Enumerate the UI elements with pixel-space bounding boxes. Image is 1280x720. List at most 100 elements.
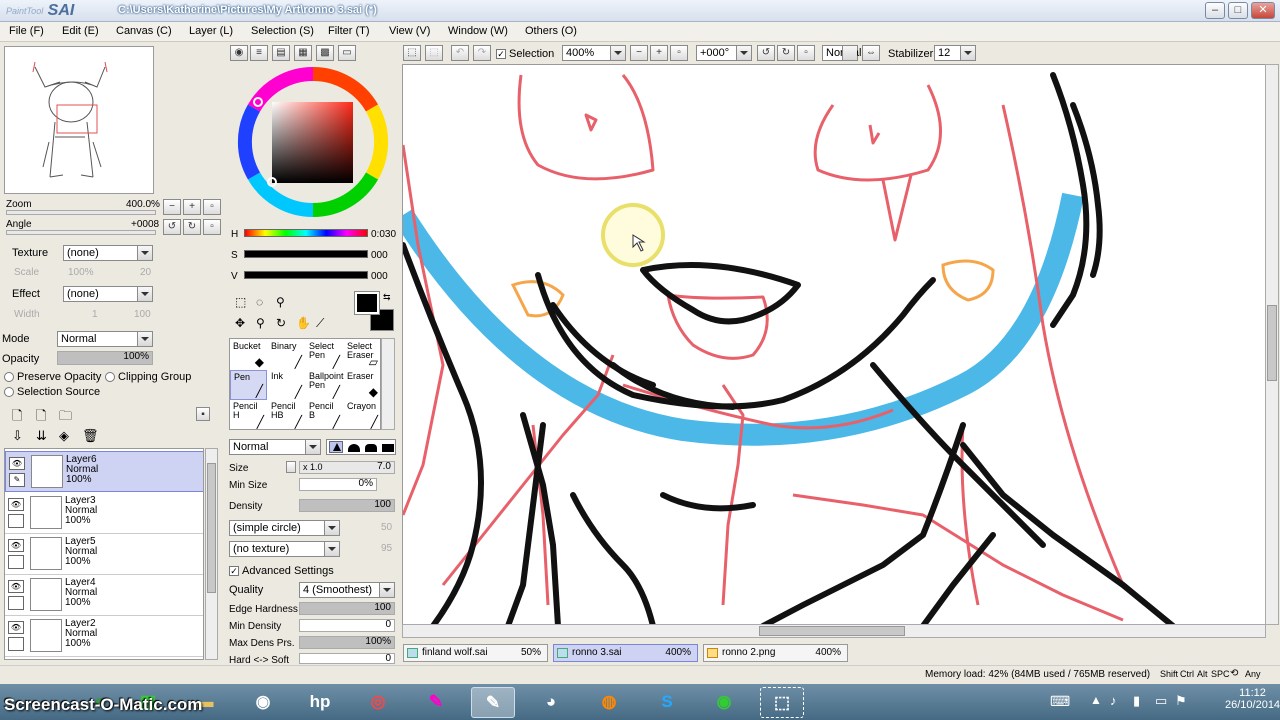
zoom-icon[interactable]: ⚲ [256, 316, 265, 330]
canvas-horizontal-scrollbar[interactable] [402, 624, 1266, 638]
pen-slot-icon[interactable] [8, 514, 24, 528]
primary-color-swatch[interactable] [354, 291, 380, 315]
menu-canvas[interactable]: Canvas (C) [116, 25, 172, 37]
gimp-taskbar-icon[interactable]: ◕ [529, 687, 573, 718]
zoom-reset-toolbar-icon[interactable]: ▫ [670, 45, 688, 61]
magic-wand-icon[interactable]: ⚲ [276, 295, 285, 309]
rotate-cw-toolbar-icon[interactable]: ↻ [777, 45, 795, 61]
opacity-slider[interactable]: 100% [57, 351, 153, 365]
minimize-button[interactable]: – [1205, 2, 1225, 19]
effect-select[interactable]: (none) [63, 286, 153, 302]
min-size-slider[interactable]: 0% [299, 478, 377, 491]
new-linework-layer-icon[interactable]: 🗋 [36, 407, 46, 429]
deselect-icon[interactable]: ⬚ [425, 45, 443, 61]
snipping-tool-taskbar-icon[interactable]: ⬚ [760, 687, 804, 718]
delete-layer-icon[interactable]: 🗑 [82, 428, 99, 444]
transfer-down-icon[interactable]: ⇩ [12, 428, 23, 444]
advanced-settings-checkbox[interactable]: ✓ Advanced Settings [229, 565, 334, 577]
texture-select[interactable]: (none) [63, 245, 153, 261]
tool-palette-scrollbar[interactable] [381, 338, 395, 430]
layer-row-layer5[interactable]: 👁 Layer5 Normal 100% [5, 534, 203, 575]
merge-down-icon[interactable]: ⇊ [36, 428, 47, 444]
paint-tool-sai-taskbar-icon[interactable]: ✎ [471, 687, 515, 718]
layer-row-layer2[interactable]: 👁 Layer2 Normal 100% [5, 616, 203, 657]
hp-taskbar-icon[interactable]: hp [298, 687, 342, 718]
size-lock-icon[interactable] [286, 461, 296, 473]
layer-mode-select[interactable]: Normal [57, 331, 153, 347]
rotate-icon[interactable]: ↻ [276, 316, 286, 330]
stabilizer-select[interactable]: 12 [934, 45, 976, 61]
layer-row-layer4[interactable]: 👁 Layer4 Normal 100% [5, 575, 203, 616]
clock[interactable]: 11:12 26/10/2014 [1225, 687, 1280, 711]
rotate-left-icon[interactable]: ↺ [163, 219, 181, 235]
tool-pencil-h[interactable]: Pencil H ╱ [230, 400, 267, 430]
hard-soft-slider[interactable]: 0 [299, 653, 395, 664]
layer-row-layer6[interactable]: 👁 ✎ Layer6 Normal 100% [5, 451, 203, 492]
media-player-taskbar-icon[interactable]: ◉ [241, 687, 285, 718]
rotate-ccw-toolbar-icon[interactable]: ↺ [757, 45, 775, 61]
volume-icon[interactable]: ♪ [1110, 693, 1117, 708]
hand-icon[interactable]: ✋ [296, 316, 311, 330]
color-wheel[interactable] [232, 64, 394, 224]
skype-taskbar-icon[interactable]: S [645, 687, 689, 718]
tool-select-eraser[interactable]: Select Eraser ▱ [344, 340, 381, 370]
edge-hardness-slider[interactable]: 100 [299, 602, 395, 615]
hsv-slider-tab-icon[interactable]: ▤ [272, 45, 290, 61]
tab-finland-wolf[interactable]: finland wolf.sai 50% [403, 644, 548, 662]
tool-pencil-hb[interactable]: Pencil HB ╱ [268, 400, 305, 430]
eye-icon[interactable]: 👁 [9, 457, 25, 470]
zoom-out-icon[interactable]: − [163, 199, 181, 215]
paint-taskbar-icon[interactable]: ✎ [414, 687, 458, 718]
layer-panel-toggle-icon[interactable]: ▪ [196, 407, 210, 421]
quality-select[interactable]: 4 (Smoothest) [299, 582, 395, 598]
rotate-reset-toolbar-icon[interactable]: ▫ [797, 45, 815, 61]
pen-slot-icon[interactable] [8, 555, 24, 569]
spotify-taskbar-icon[interactable]: ◉ [702, 687, 746, 718]
tab-ronno-2[interactable]: ronno 2.png 400% [703, 644, 848, 662]
keyboard-icon[interactable]: ⌨ [1050, 693, 1070, 710]
brush-shape-selector[interactable] [326, 439, 396, 455]
menu-edit[interactable]: Edit (E) [62, 25, 99, 37]
rect-select-icon[interactable]: ⬚ [235, 295, 246, 309]
menu-view[interactable]: View (V) [389, 25, 430, 37]
rgb-slider-tab-icon[interactable]: ≡ [250, 45, 268, 61]
zoom-slider[interactable] [6, 210, 156, 215]
menu-file[interactable]: File (F) [9, 25, 44, 37]
zoom-reset-icon[interactable]: ▫ [203, 199, 221, 215]
menu-others[interactable]: Others (O) [525, 25, 577, 37]
saturation-slider[interactable] [244, 250, 368, 258]
density-slider[interactable]: 100 [299, 499, 395, 512]
pen-slot-icon[interactable] [8, 596, 24, 610]
zoom-in-icon[interactable]: + [183, 199, 201, 215]
battery-icon[interactable]: ▭ [1155, 693, 1167, 709]
move-icon[interactable]: ✥ [235, 316, 245, 330]
zoom-out-toolbar-icon[interactable]: − [630, 45, 648, 61]
size-slider[interactable]: x 1.0 7.0 [299, 461, 395, 474]
brush-mode-select[interactable]: Normal [229, 439, 321, 455]
color-wheel-tab-icon[interactable]: ◉ [230, 45, 248, 61]
pen-slot-icon[interactable] [8, 637, 24, 651]
angle-slider[interactable] [6, 230, 156, 235]
view-mode-select[interactable]: Normal [822, 45, 861, 61]
close-button[interactable]: ✕ [1251, 2, 1275, 19]
clipping-group-checkbox[interactable]: Clipping Group [105, 371, 191, 383]
tab-ronno-3[interactable]: ronno 3.sai 400% [553, 644, 698, 662]
tool-pen[interactable]: Pen ╱ [230, 370, 267, 400]
pen-icon[interactable]: ✎ [9, 473, 25, 487]
drawing-canvas[interactable] [402, 64, 1266, 625]
swap-colors-icon[interactable]: ⇆ [383, 292, 391, 303]
tool-eraser[interactable]: Eraser ◆ [344, 370, 381, 400]
eye-icon[interactable]: 👁 [8, 580, 24, 593]
navigator-preview[interactable] [4, 46, 154, 194]
rotate-reset-icon[interactable]: ▫ [203, 219, 221, 235]
tool-ink[interactable]: Ink ╱ [268, 370, 305, 400]
show-hidden-icons-icon[interactable]: ▲ [1090, 693, 1102, 707]
zoom-select[interactable]: 400% [562, 45, 626, 61]
lasso-icon[interactable]: ◌ [256, 295, 263, 309]
tool-ballpoint-pen[interactable]: Ballpoint Pen ╱ [306, 370, 344, 400]
tool-crayon[interactable]: Crayon ╱ [344, 400, 381, 430]
brush-shape-select[interactable]: (simple circle) [229, 520, 340, 536]
selection-source-checkbox[interactable]: Selection Source [4, 386, 100, 398]
layer-list-scrollbar[interactable] [205, 448, 218, 660]
tool-bucket[interactable]: Bucket ◆ [230, 340, 267, 370]
